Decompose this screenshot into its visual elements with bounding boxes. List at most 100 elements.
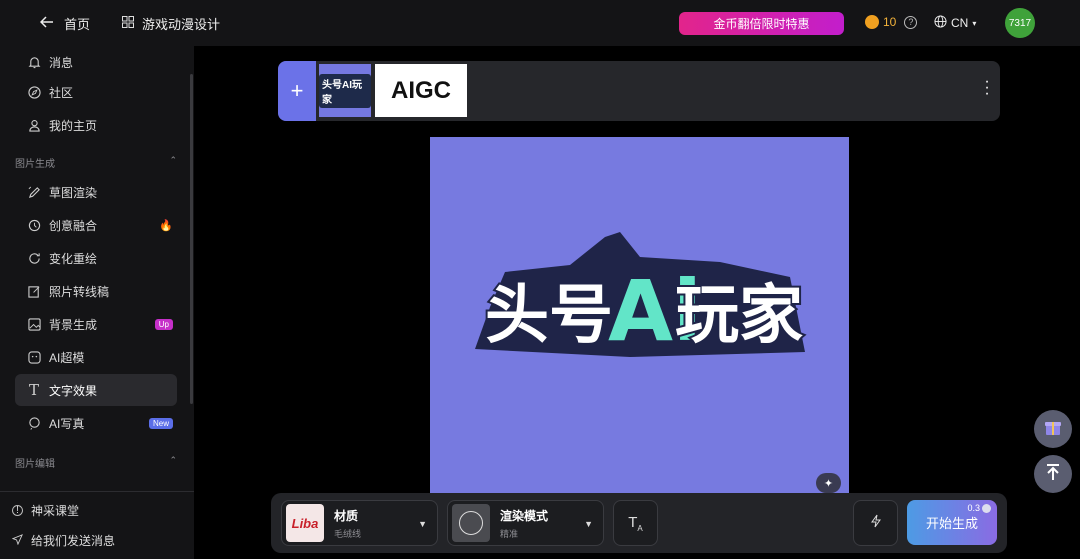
material-thumbnail: Liba — [286, 504, 324, 542]
sidebar-item-label: 神采课堂 — [31, 504, 80, 518]
sidebar-item-creative-blend[interactable]: 创意融合 🔥 — [15, 209, 177, 241]
compass-icon — [27, 85, 41, 99]
sidebar-item-label: 社区 — [49, 85, 74, 100]
sketch-icon — [27, 185, 41, 199]
project-title-button[interactable]: 游戏动漫设计 — [122, 14, 220, 33]
coin-balance[interactable]: 10 ? — [865, 15, 918, 29]
logo-text-part1: 头号 — [485, 279, 613, 353]
sidebar-item-label: 文字效果 — [49, 383, 98, 398]
section-title: 图片编辑 — [15, 459, 55, 470]
blend-icon — [27, 218, 41, 232]
sidebar-item-label: 背景生成 — [49, 317, 98, 332]
text-size-icon: TA — [628, 513, 643, 533]
grid-icon — [122, 16, 134, 31]
section-image-generation[interactable]: 图片生成 ⌃ — [15, 155, 177, 170]
coin-icon — [865, 15, 879, 29]
sidebar-item-ai-model[interactable]: AI超模 — [15, 341, 177, 373]
material-selector[interactable]: Liba 材质 毛绒线 ▼ — [281, 500, 438, 546]
chevron-up-icon: ⌃ — [169, 455, 177, 465]
promo-button[interactable]: 金币翻倍限时特惠 — [679, 12, 844, 35]
sidebar-divider — [0, 491, 194, 492]
sidebar-item-photo-to-lineart[interactable]: 照片转线稿 — [15, 275, 177, 307]
sidebar-item-background-gen[interactable]: 背景生成 Up — [15, 308, 177, 340]
sidebar-item-label: 草图渲染 — [49, 185, 98, 200]
sidebar-item-label: 变化重绘 — [49, 251, 98, 266]
new-badge: New — [148, 417, 173, 429]
up-badge: Up — [154, 318, 173, 330]
material-name: 材质 — [334, 508, 359, 523]
sidebar: 消息 社区 我的主页 图片生成 ⌃ 草图渲染 创意融合 🔥 变化重绘 照片转线稿… — [0, 46, 194, 559]
sidebar-item-profile[interactable]: 我的主页 — [15, 109, 177, 141]
add-layer-button[interactable]: + — [278, 61, 316, 121]
face-icon — [27, 350, 41, 364]
user-icon — [27, 118, 41, 132]
generate-cost: 0.3 — [967, 503, 991, 513]
edit-icon — [27, 284, 41, 298]
sidebar-item-sketch-render[interactable]: 草图渲染 — [15, 176, 177, 208]
generate-cost-value: 0.3 — [967, 503, 980, 513]
layer-thumbnail-aigc[interactable]: AIGC — [375, 64, 467, 117]
sidebar-item-community[interactable]: 社区 — [15, 76, 177, 108]
chevron-down-icon: ▾ — [972, 18, 977, 28]
layer-thumbnail-text: 头号AI玩家 — [319, 73, 371, 108]
render-mode-selector[interactable]: 渲染模式 精准 ▼ — [447, 500, 604, 546]
refresh-icon — [27, 251, 41, 265]
image-icon — [27, 317, 41, 331]
fire-icon: 🔥 — [159, 219, 173, 232]
lightning-icon — [870, 514, 882, 533]
sidebar-scrollbar[interactable] — [190, 74, 193, 404]
layer-thumbnail-logo[interactable]: 头号AI玩家 — [319, 64, 371, 117]
language-selector[interactable]: CN ▾ — [934, 15, 976, 31]
circle-icon — [459, 511, 483, 535]
gift-button[interactable] — [1034, 410, 1072, 448]
caret-down-icon: ▼ — [418, 519, 427, 529]
gift-icon — [1043, 417, 1063, 442]
avatar[interactable]: 7317 — [1005, 8, 1035, 38]
sidebar-item-messages[interactable]: 消息 — [15, 46, 177, 78]
bell-icon — [27, 55, 41, 69]
text-size-button[interactable]: TA — [613, 500, 658, 546]
help-icon[interactable]: ? — [904, 15, 918, 29]
project-title: 游戏动漫设计 — [142, 17, 221, 32]
section-image-editing[interactable]: 图片编辑 ⌃ — [15, 455, 177, 470]
text-effect-logo: 头号 Ai 玩家 — [475, 232, 805, 362]
sidebar-item-feedback[interactable]: 给我们发送消息 — [11, 532, 116, 549]
sidebar-item-label: AI写真 — [49, 416, 85, 431]
quick-mode-button[interactable] — [853, 500, 898, 546]
material-sub: 毛绒线 — [334, 528, 362, 539]
logo-text-part3: 玩家 — [675, 279, 803, 353]
sidebar-item-label: 给我们发送消息 — [31, 534, 116, 548]
back-home-button[interactable]: 首页 — [39, 14, 91, 33]
portrait-icon — [27, 416, 41, 430]
image-canvas[interactable]: 头号 Ai 玩家 — [430, 137, 849, 497]
sidebar-item-label: 照片转线稿 — [49, 284, 110, 299]
arrow-up-icon — [1045, 463, 1061, 486]
language-label: CN — [951, 16, 969, 30]
magic-wand-icon[interactable]: ✦ — [816, 473, 841, 493]
sidebar-item-text-effects[interactable]: T 文字效果 — [15, 374, 177, 406]
coin-count: 10 — [883, 15, 897, 29]
text-icon: T — [28, 381, 39, 399]
top-bar: 首页 游戏动漫设计 金币翻倍限时特惠 10 ? CN ▾ 7317 — [0, 0, 1080, 46]
sidebar-item-variation-redraw[interactable]: 变化重绘 — [15, 242, 177, 274]
layer-strip: + 头号AI玩家 AIGC · · · — [278, 61, 1000, 121]
generate-label: 开始生成 — [925, 516, 978, 531]
bottom-toolbar: Liba 材质 毛绒线 ▼ 渲染模式 精准 ▼ TA — [271, 493, 1007, 553]
material-thumbnail-text: Liba — [291, 515, 319, 531]
caret-down-icon: ▼ — [584, 519, 593, 529]
sidebar-item-label: 创意融合 — [49, 218, 98, 233]
chevron-up-icon: ⌃ — [169, 155, 177, 165]
sidebar-item-ai-portrait[interactable]: AI写真 New — [15, 407, 177, 439]
start-generate-button[interactable]: 开始生成 0.3 — [907, 500, 997, 545]
globe-icon — [934, 15, 947, 31]
render-mode-name: 渲染模式 — [500, 508, 549, 523]
render-mode-sub: 精准 — [500, 528, 519, 539]
back-label: 首页 — [64, 17, 91, 32]
more-options-icon[interactable]: · · · — [984, 74, 990, 102]
send-icon — [11, 533, 23, 548]
coin-icon — [982, 503, 991, 513]
back-to-top-button[interactable] — [1034, 455, 1072, 493]
sidebar-item-classroom[interactable]: ! 神采课堂 — [12, 502, 79, 519]
arrow-left-icon — [39, 16, 54, 31]
section-title: 图片生成 — [15, 159, 55, 170]
